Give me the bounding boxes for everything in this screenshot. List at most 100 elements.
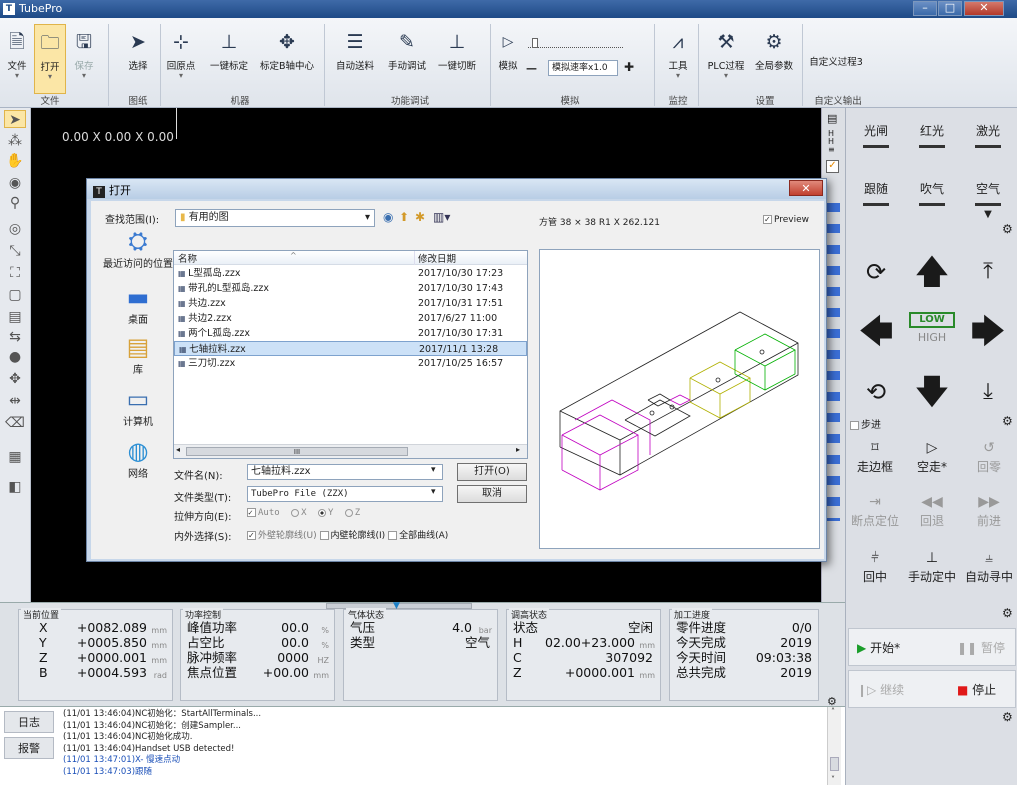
swap-icon[interactable]: ⇆ <box>4 328 26 346</box>
scale-icon[interactable]: ⤡ <box>4 242 26 260</box>
stretch-z-radio[interactable] <box>344 508 353 517</box>
breakpoint-locate-button[interactable]: ⇥ 断点定位 <box>846 488 904 534</box>
simulate-button[interactable]: ▷ 模拟 <box>496 24 520 94</box>
up-folder-icon[interactable]: ⬆ <box>399 210 409 224</box>
arrow-right-icon[interactable]: 🡆 <box>960 302 1016 362</box>
minimize-button[interactable]: – <box>913 1 937 16</box>
look-in-dropdown[interactable]: ▮ 有用的图 ▾ <box>175 209 375 227</box>
layer-panel-icon[interactable]: ▤ <box>827 112 837 125</box>
back-icon[interactable]: ◉ <box>383 210 393 224</box>
pause-button[interactable]: ❚❚ 暂停 <box>957 639 1005 656</box>
blow-toggle[interactable]: 吹气 <box>904 180 960 236</box>
zoom-icon[interactable]: ⚲ <box>4 194 26 212</box>
b-axis-center-button[interactable]: ✥ 标定B轴中心 <box>256 24 318 94</box>
trace-frame-button[interactable]: ⌑ 走边框 <box>846 434 904 480</box>
file-row[interactable]: L型孤岛.zzx 2017/10/30 17:23 <box>174 266 527 281</box>
sim-minus-button[interactable]: — <box>526 62 537 75</box>
column-name[interactable]: 名称 <box>178 251 197 265</box>
all-curves-checkbox[interactable] <box>388 531 398 540</box>
filename-field[interactable]: 七轴拉料.zzx <box>247 464 443 480</box>
manual-center-button[interactable]: ⊥ 手动定中 <box>903 544 961 590</box>
place-computer[interactable]: ▭ 计算机 <box>99 385 177 428</box>
calibrate-button[interactable]: ⊥ 一键标定 <box>204 24 254 94</box>
file-row[interactable]: 三刀切.zzx 2017/10/25 16:57 <box>174 356 527 371</box>
dialog-close-button[interactable]: ✕ <box>789 180 823 196</box>
distribute-icon[interactable]: ⇹ <box>4 392 26 410</box>
rotate-cw-icon[interactable]: ⟳ <box>848 242 904 302</box>
step-checkbox[interactable]: 步进 <box>850 416 881 431</box>
home-origin-button[interactable]: ⊹ 回原点 ▾ <box>162 24 200 94</box>
close-button[interactable]: ✕ <box>964 1 1004 16</box>
file-row[interactable]: 带孔的L型孤岛.zzx 2017/10/30 17:43 <box>174 281 527 296</box>
column-modified[interactable]: 修改日期 <box>418 251 456 265</box>
tool-button[interactable]: ⩘ 工具 ▾ <box>662 24 694 94</box>
rotate-ccw-icon[interactable]: ⟲ <box>848 362 904 422</box>
new-folder-icon[interactable]: ✱ <box>415 210 425 224</box>
rect-icon[interactable]: ▢ <box>4 286 26 304</box>
eraser-icon[interactable]: ⌫ <box>4 414 26 432</box>
drop-icon[interactable]: ● <box>4 348 26 366</box>
stretch-y-radio[interactable] <box>317 508 326 517</box>
horizontal-scrollbar[interactable]: ◂ III ▸ <box>174 444 527 458</box>
file-row[interactable]: 共边2.zzx 2017/6/27 11:00 <box>174 311 527 326</box>
manual-debug-button[interactable]: ✎ 手动调试 <box>384 24 430 94</box>
file-list[interactable]: 名称 ^ 修改日期 L型孤岛.zzx 2017/10/30 17:23 带孔的L型孤… <box>173 250 528 459</box>
file-button[interactable]: 🗎 文件 ▾ <box>2 24 32 94</box>
gear-icon[interactable]: ⚙ <box>1002 222 1013 236</box>
start-button[interactable]: ▶ 开始* <box>857 639 900 656</box>
cancel-button[interactable]: 取消 <box>457 485 527 503</box>
gear-icon[interactable]: ⚙ <box>1002 414 1013 428</box>
file-row[interactable]: 七轴拉料.zzx 2017/11/1 13:28 <box>174 341 527 356</box>
auto-center-button[interactable]: ⫨ 自动寻中 <box>960 544 1017 590</box>
speed-toggle[interactable]: LOW HIGH <box>909 312 955 352</box>
arrow-up-icon[interactable]: 🡅 <box>904 242 960 302</box>
z-down-icon[interactable]: ⤓ <box>960 362 1016 422</box>
cut-off-button[interactable]: ⊥ 一键切断 <box>434 24 480 94</box>
grid-icon[interactable]: ▦ <box>4 448 26 466</box>
gear-icon[interactable]: ⚙ <box>1002 710 1013 724</box>
sort-icon[interactable]: ◧ <box>4 478 26 496</box>
select-button[interactable]: ➤ 选择 <box>118 24 158 94</box>
scrollbar-thumb[interactable] <box>830 757 839 771</box>
save-button[interactable]: 🖫 保存 ▾ <box>68 24 100 94</box>
step-back-button[interactable]: ◀◀ 回退 <box>903 488 961 534</box>
red-light-toggle[interactable]: 红光 <box>904 122 960 178</box>
auto-feed-button[interactable]: ☰ 自动送料 <box>330 24 380 94</box>
file-row[interactable]: 共边.zzx 2017/10/31 17:51 <box>174 296 527 311</box>
file-row[interactable]: 两个L孤岛.zzx 2017/10/30 17:31 <box>174 326 527 341</box>
return-center-button[interactable]: ⫩ 回中 <box>846 544 904 590</box>
arrow-down-icon[interactable]: 🡇 <box>904 362 960 422</box>
open-confirm-button[interactable]: 打开(O) <box>457 463 527 481</box>
layer-color-swatches[interactable] <box>826 203 840 521</box>
laser-toggle[interactable]: 激光 <box>960 122 1016 178</box>
place-network[interactable]: ◍ 网络 <box>99 437 177 480</box>
circle-icon[interactable]: ◎ <box>4 220 26 238</box>
chevron-down-icon[interactable]: ▾ <box>431 465 436 475</box>
scroll-down-icon[interactable]: ˅ <box>831 775 835 784</box>
maximize-button[interactable]: □ <box>938 1 962 16</box>
select-icon[interactable]: ➤ <box>4 110 26 128</box>
outer-contour-checkbox[interactable] <box>247 531 256 540</box>
global-params-button[interactable]: ⚙ 全局参数 <box>752 24 796 94</box>
arrow-left-icon[interactable]: 🡄 <box>848 302 904 362</box>
view-icon[interactable]: ◉ <box>4 174 26 192</box>
move-icon[interactable]: ✥ <box>4 370 26 388</box>
view-menu-icon[interactable]: ▥▾ <box>433 210 450 224</box>
z-up-icon[interactable]: ⤒ <box>960 242 1016 302</box>
shutter-toggle[interactable]: 光闸 <box>848 122 904 178</box>
place-recent[interactable]: ⛭ 最近访问的位置 <box>99 227 177 270</box>
scrollbar-thumb[interactable]: III <box>186 447 408 456</box>
scroll-up-icon[interactable]: ˄ <box>831 707 835 716</box>
scroll-left-icon[interactable]: ◂ <box>176 445 180 454</box>
chevron-down-icon[interactable]: ▾ <box>431 487 436 497</box>
sim-plus-button[interactable]: ✚ <box>624 60 634 74</box>
frame-icon[interactable]: ⛶ <box>4 264 26 282</box>
gear-icon[interactable]: ⚙ <box>1002 606 1013 620</box>
inner-contour-checkbox[interactable] <box>319 531 329 540</box>
return-zero-button[interactable]: ↺ 回零 <box>960 434 1017 480</box>
place-desktop[interactable]: ▬ 桌面 <box>99 283 177 326</box>
plc-button[interactable]: ⚒ PLC过程 ▾ <box>704 24 748 94</box>
place-libraries[interactable]: ▤ 库 <box>99 333 177 376</box>
stop-button[interactable]: ■ 停止 <box>957 681 996 698</box>
dry-run-button[interactable]: ▷ 空走* <box>903 434 961 480</box>
